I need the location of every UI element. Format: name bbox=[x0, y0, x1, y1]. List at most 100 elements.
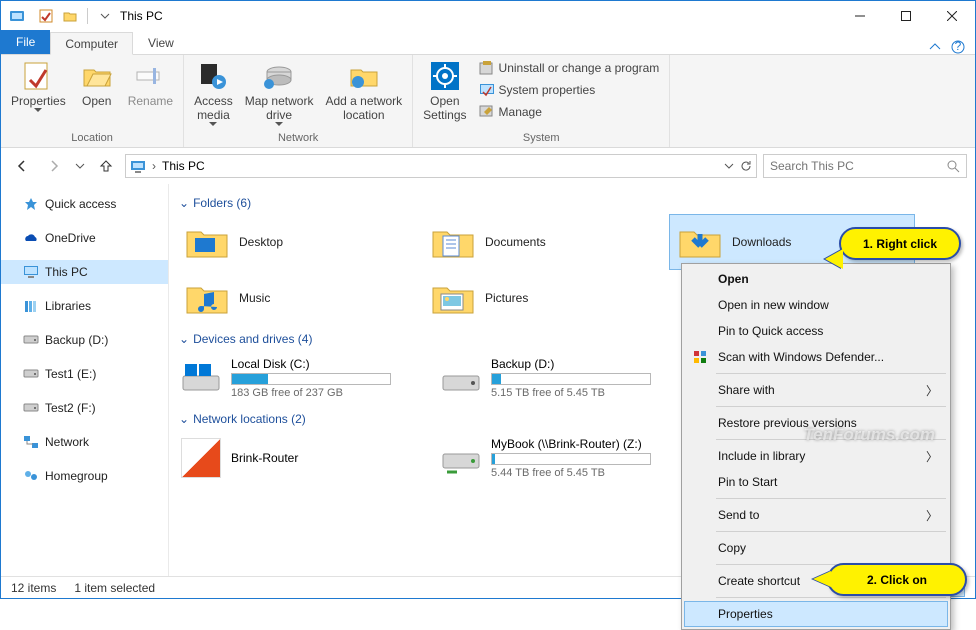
ctx-open-new-window[interactable]: Open in new window bbox=[684, 292, 948, 318]
access-media-button[interactable]: Access media bbox=[190, 57, 237, 127]
breadcrumb-chevron-icon[interactable]: › bbox=[152, 159, 156, 173]
ctx-send-to[interactable]: Send to〉 bbox=[684, 502, 948, 528]
rename-icon bbox=[134, 60, 166, 92]
ctx-properties[interactable]: Properties bbox=[684, 601, 948, 627]
open-button[interactable]: Open bbox=[74, 57, 120, 108]
map-drive-button[interactable]: Map network drive bbox=[241, 57, 318, 127]
folder-icon bbox=[431, 278, 475, 318]
folder-music[interactable]: Music bbox=[177, 270, 423, 326]
ribbon-group-location: Properties Open Rename Location bbox=[1, 55, 184, 147]
ctx-share-with[interactable]: Share with〉 bbox=[684, 377, 948, 403]
nav-back-button[interactable] bbox=[9, 153, 35, 179]
access-media-label: Access media bbox=[194, 94, 233, 122]
folders-header[interactable]: ⌄Folders (6) bbox=[177, 190, 965, 214]
manage-icon bbox=[479, 104, 495, 120]
svg-text:?: ? bbox=[955, 40, 962, 53]
capacity-bar bbox=[491, 373, 651, 385]
folder-icon bbox=[431, 222, 475, 262]
rename-label: Rename bbox=[128, 94, 173, 108]
uninstall-program-button[interactable]: Uninstall or change a program bbox=[475, 57, 664, 79]
properties-icon bbox=[22, 60, 54, 92]
tab-computer[interactable]: Computer bbox=[50, 32, 133, 55]
properties-label: Properties bbox=[11, 94, 66, 108]
close-button[interactable] bbox=[929, 1, 975, 31]
add-network-location-button[interactable]: Add a network location bbox=[321, 57, 406, 122]
folder-pictures[interactable]: Pictures bbox=[423, 270, 669, 326]
ribbon-collapse[interactable]: ? bbox=[929, 40, 975, 54]
tab-view[interactable]: View bbox=[133, 31, 189, 54]
tab-file[interactable]: File bbox=[1, 30, 50, 54]
defender-icon bbox=[692, 349, 708, 365]
nav-libraries[interactable]: Libraries bbox=[1, 294, 168, 318]
nav-quick-access[interactable]: Quick access bbox=[1, 192, 168, 216]
nav-up-button[interactable] bbox=[93, 153, 119, 179]
folder-icon bbox=[185, 278, 229, 318]
dropdown-icon bbox=[209, 122, 217, 127]
nav-forward-button[interactable] bbox=[41, 153, 67, 179]
qat-properties-icon[interactable] bbox=[35, 5, 57, 27]
netloc-brink-router[interactable]: Brink-Router bbox=[177, 430, 417, 486]
nav-test1-drive[interactable]: Test1 (E:) bbox=[1, 362, 168, 386]
search-input[interactable] bbox=[770, 159, 946, 173]
map-drive-icon bbox=[263, 60, 295, 92]
nav-network[interactable]: Network bbox=[1, 430, 168, 454]
status-items: 12 items bbox=[11, 581, 56, 595]
drive-backup-d[interactable]: Backup (D:)5.15 TB free of 5.45 TB bbox=[437, 350, 677, 406]
group-label-network: Network bbox=[278, 130, 318, 147]
callout-2: 2. Click on bbox=[827, 563, 967, 596]
drive-icon bbox=[23, 332, 39, 348]
nav-homegroup[interactable]: Homegroup bbox=[1, 464, 168, 488]
folder-icon bbox=[678, 222, 722, 262]
address-dropdown-icon[interactable] bbox=[724, 161, 734, 171]
submenu-arrow-icon: 〉 bbox=[926, 382, 938, 399]
qat-new-folder-icon[interactable] bbox=[59, 5, 81, 27]
homegroup-icon bbox=[23, 468, 39, 484]
system-properties-button[interactable]: System properties bbox=[475, 79, 664, 101]
drive-icon bbox=[23, 400, 39, 416]
search-box[interactable] bbox=[763, 154, 967, 178]
drive-local-c[interactable]: Local Disk (C:)183 GB free of 237 GB bbox=[177, 350, 417, 406]
callout-1: 1. Right click bbox=[839, 227, 961, 260]
access-media-icon bbox=[197, 60, 229, 92]
sys-props-icon bbox=[479, 82, 495, 98]
ctx-include-library[interactable]: Include in library〉 bbox=[684, 443, 948, 469]
ctx-pin-quick-access[interactable]: Pin to Quick access bbox=[684, 318, 948, 344]
nav-history-button[interactable] bbox=[73, 153, 87, 179]
maximize-button[interactable] bbox=[883, 1, 929, 31]
nav-backup-drive[interactable]: Backup (D:) bbox=[1, 328, 168, 352]
router-icon bbox=[181, 438, 221, 478]
ctx-restore-versions[interactable]: Restore previous versions bbox=[684, 410, 948, 436]
minimize-button[interactable] bbox=[837, 1, 883, 31]
open-settings-button[interactable]: Open Settings bbox=[419, 57, 470, 122]
ctx-pin-start[interactable]: Pin to Start bbox=[684, 469, 948, 495]
folder-documents[interactable]: Documents bbox=[423, 214, 669, 270]
nav-this-pc[interactable]: This PC bbox=[1, 260, 168, 284]
chevron-down-icon: ⌄ bbox=[179, 332, 189, 346]
properties-button[interactable]: Properties bbox=[7, 57, 70, 113]
refresh-icon[interactable] bbox=[740, 160, 752, 172]
settings-icon bbox=[429, 60, 461, 92]
address-bar[interactable]: › This PC bbox=[125, 154, 757, 178]
address-path: This PC bbox=[162, 159, 718, 173]
ctx-copy[interactable]: Copy bbox=[684, 535, 948, 561]
manage-button[interactable]: Manage bbox=[475, 101, 664, 123]
ctx-scan-defender[interactable]: Scan with Windows Defender... bbox=[684, 344, 948, 370]
ctx-open[interactable]: Open bbox=[684, 266, 948, 292]
ribbon-group-system: Open Settings Uninstall or change a prog… bbox=[413, 55, 670, 147]
ribbon-group-network: Access media Map network drive Add a net… bbox=[184, 55, 413, 147]
group-label-system: System bbox=[523, 130, 560, 147]
dropdown-icon bbox=[34, 108, 42, 113]
onedrive-icon bbox=[23, 230, 39, 246]
netloc-mybook-z[interactable]: MyBook (\\Brink-Router) (Z:)5.44 TB free… bbox=[437, 430, 677, 486]
nav-test2-drive[interactable]: Test2 (F:) bbox=[1, 396, 168, 420]
nav-onedrive[interactable]: OneDrive bbox=[1, 226, 168, 250]
folder-desktop[interactable]: Desktop bbox=[177, 214, 423, 270]
capacity-bar bbox=[491, 453, 651, 465]
rename-button[interactable]: Rename bbox=[124, 57, 177, 108]
star-icon bbox=[23, 196, 39, 212]
nav-pane: Quick access OneDrive This PC Libraries … bbox=[1, 184, 169, 576]
qat-customize-icon[interactable] bbox=[94, 5, 116, 27]
libraries-icon bbox=[23, 298, 39, 314]
network-drive-icon bbox=[441, 438, 481, 478]
open-icon bbox=[81, 60, 113, 92]
